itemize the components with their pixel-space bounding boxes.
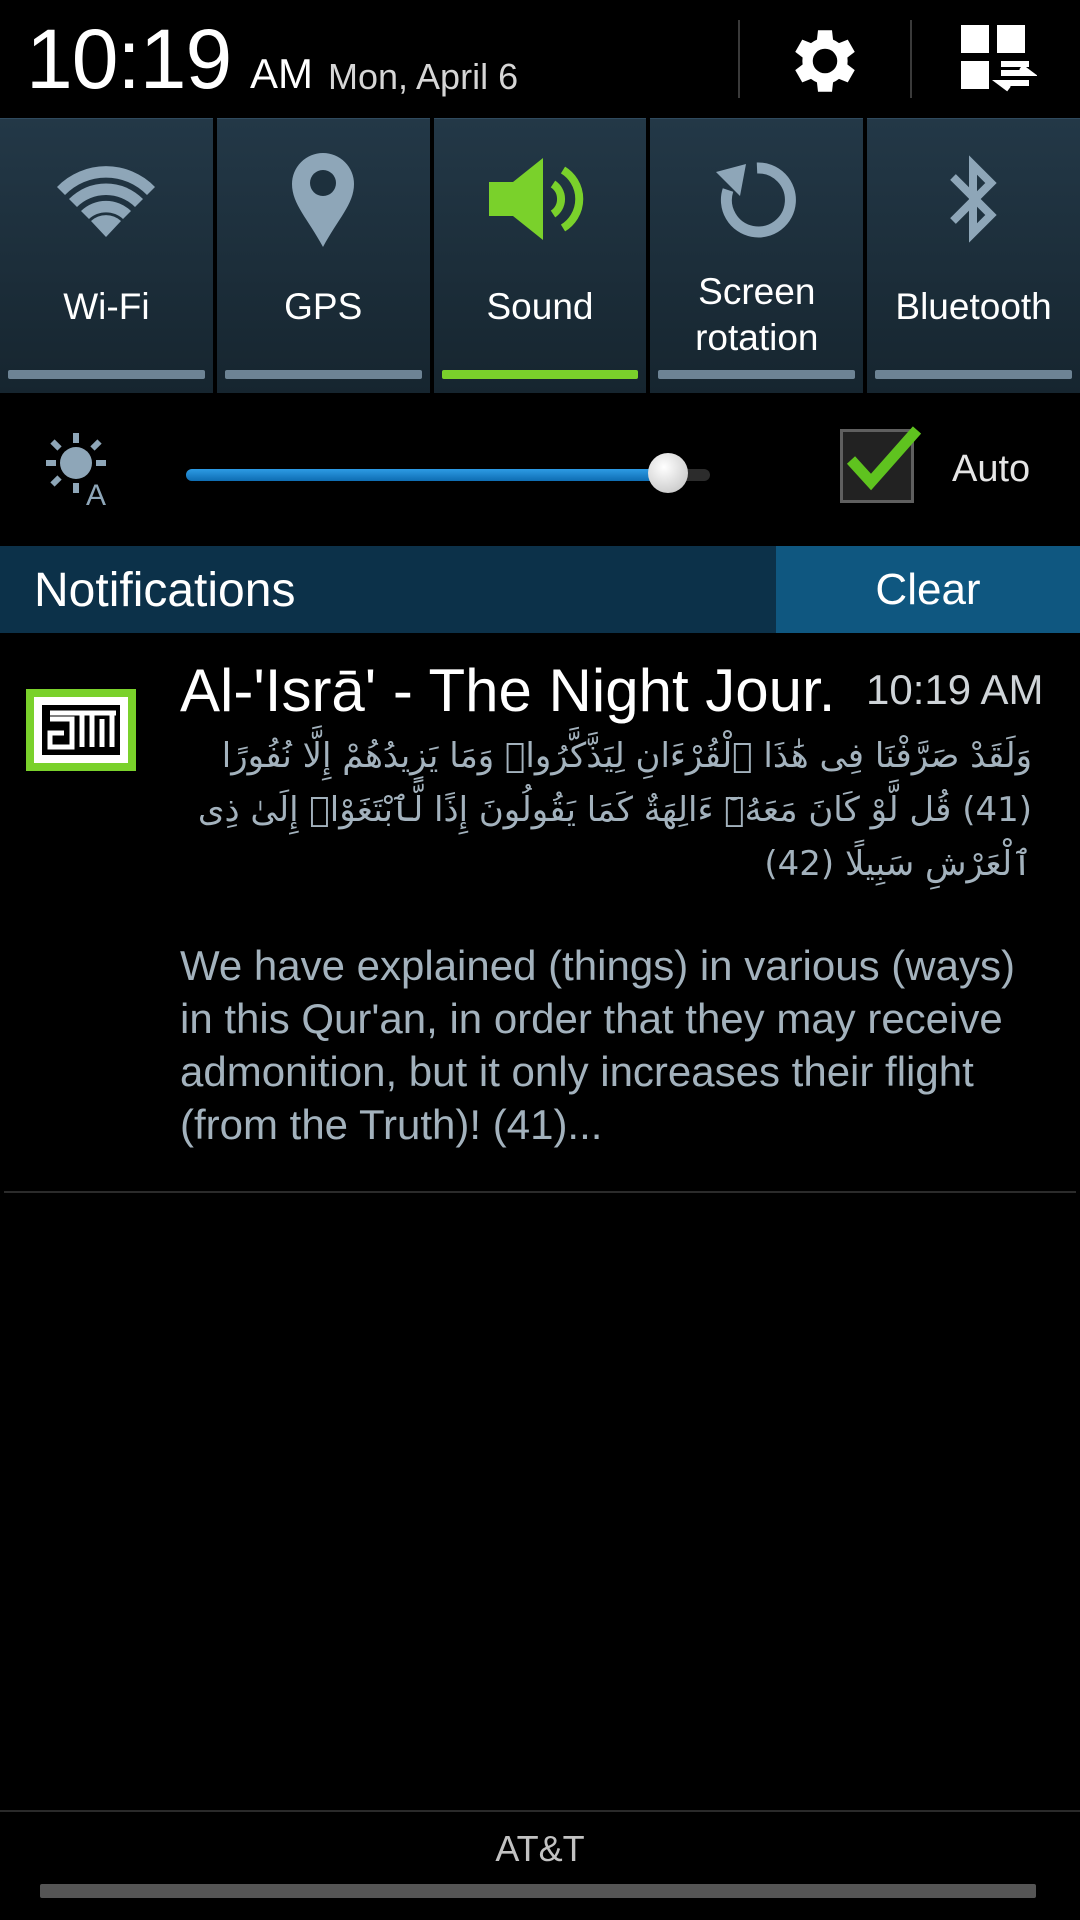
notification-translation-text: We have explained (things) in various (w… xyxy=(180,942,1015,1148)
quran-app-icon xyxy=(26,689,136,771)
clock-ampm: AM xyxy=(250,50,313,97)
notification-title: Al-'Isrā' - The Night Jour.. xyxy=(180,657,840,724)
carrier-label: AT&T xyxy=(495,1828,585,1869)
clear-button[interactable]: Clear xyxy=(776,546,1080,633)
toggle-label: Bluetooth xyxy=(895,286,1052,327)
toggle-indicator xyxy=(658,370,856,379)
toggle-label: Sound xyxy=(486,286,594,327)
settings-button[interactable] xyxy=(770,14,880,108)
notification-arabic-text: وَلَقَدْ صَرَّفْنَا فِى هَٰذَا ٱلْقُرْءَ… xyxy=(197,736,1032,884)
toggle-label: Screen rotation xyxy=(650,269,863,361)
notifications-title: Notifications xyxy=(34,564,296,617)
header-divider xyxy=(738,20,740,98)
bluetooth-icon xyxy=(949,155,997,243)
toggle-screen-rotation[interactable]: Screen rotation xyxy=(650,118,864,393)
toggle-gps[interactable]: GPS xyxy=(216,118,430,393)
quick-toggles: Wi-Fi GPS Sound Screen rotation Bluetoot… xyxy=(0,118,1080,393)
toggle-indicator xyxy=(875,370,1072,379)
clock-date: Mon, April 6 xyxy=(328,56,519,97)
notification-time: 10:19 AM xyxy=(866,666,1044,713)
toggle-indicator xyxy=(224,370,422,379)
brightness-slider-fill xyxy=(186,469,668,481)
toggle-indicator xyxy=(441,370,639,379)
grid-edit-icon xyxy=(961,25,1037,92)
speaker-icon xyxy=(488,158,584,240)
auto-brightness-checkbox[interactable] xyxy=(840,426,922,503)
clock-time: 10:19 xyxy=(26,12,232,106)
toggle-indicator xyxy=(8,370,205,379)
toggle-label: GPS xyxy=(284,286,363,327)
toggle-label-line: rotation xyxy=(695,317,819,358)
gear-icon xyxy=(795,30,855,92)
toggle-sound[interactable]: Sound xyxy=(433,118,647,393)
auto-brightness-label: Auto xyxy=(952,448,1031,490)
brightness-slider-thumb[interactable] xyxy=(648,453,688,493)
footer-divider xyxy=(0,1810,1080,1812)
rotation-icon xyxy=(715,162,796,238)
toggle-label: Wi-Fi xyxy=(63,286,150,327)
notifications-header: Notifications Clear xyxy=(0,546,1080,633)
svg-text:A: A xyxy=(86,479,106,507)
status-header: 10:19 AM Mon, April 6 xyxy=(0,0,1080,118)
toggle-wifi[interactable]: Wi-Fi xyxy=(0,118,213,393)
header-divider xyxy=(910,20,912,98)
location-pin-icon xyxy=(292,153,355,247)
wifi-icon xyxy=(57,166,156,237)
checkmark-icon xyxy=(846,426,922,491)
notification-item[interactable]: Al-'Isrā' - The Night Jour.. 10:19 AM وَ… xyxy=(0,633,1080,1191)
notification-divider xyxy=(4,1191,1076,1193)
brightness-row: A Auto xyxy=(0,393,1080,545)
toggle-label-line: Screen xyxy=(698,271,816,312)
toggle-bluetooth[interactable]: Bluetooth xyxy=(867,118,1080,393)
panel-drag-handle[interactable] xyxy=(40,1884,1036,1898)
quick-panel-edit-button[interactable] xyxy=(942,14,1052,108)
brightness-auto-icon: A xyxy=(46,433,106,507)
